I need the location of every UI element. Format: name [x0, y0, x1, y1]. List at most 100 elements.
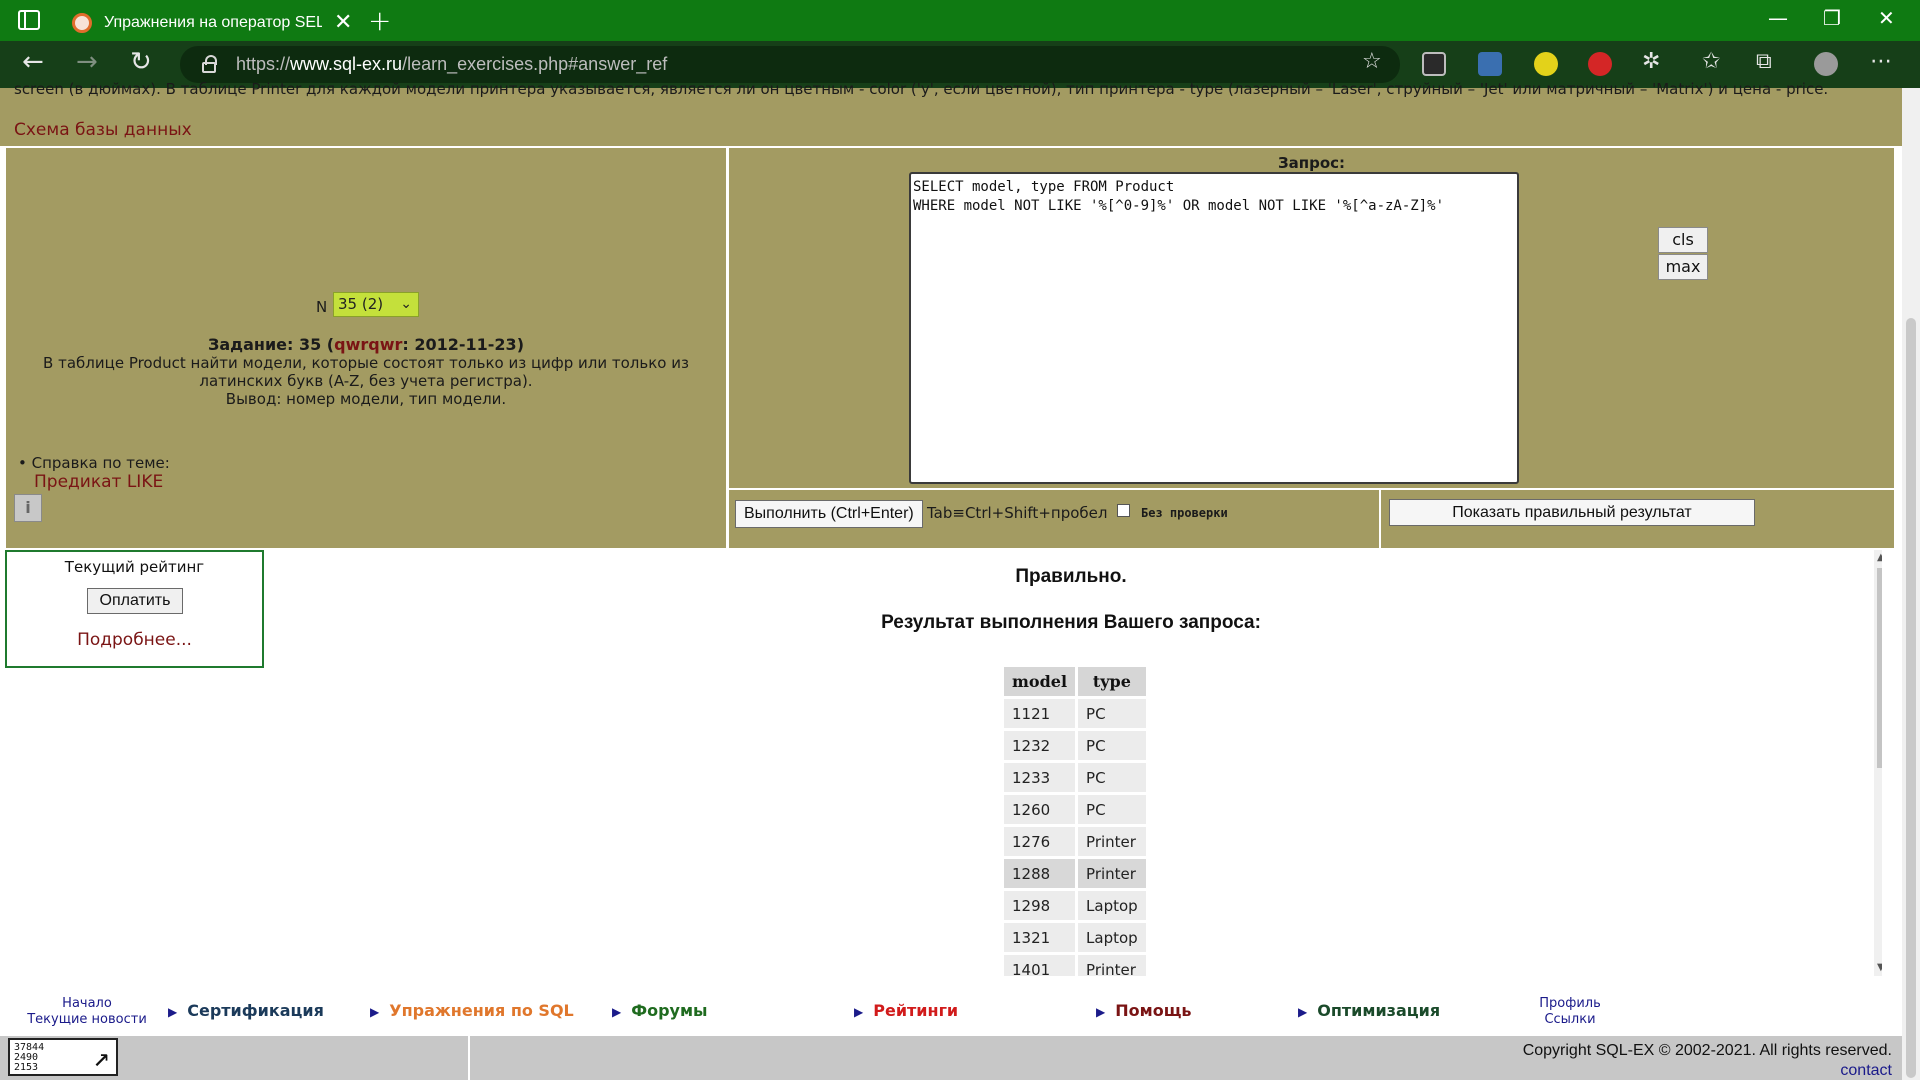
- info-icon[interactable]: [14, 494, 42, 522]
- no-verify-label: Без проверки: [1141, 506, 1228, 520]
- lock-icon: [202, 55, 217, 73]
- no-verify-checkbox[interactable]: [1117, 504, 1130, 517]
- page-scroll-thumb[interactable]: [1906, 318, 1916, 1078]
- table-row: 1298 Laptop: [1004, 891, 1146, 920]
- triangle-right-icon: ▶: [854, 1005, 864, 1019]
- cell-model: 1298: [1004, 891, 1076, 920]
- nav-forums[interactable]: ▶ Форумы: [612, 1001, 708, 1020]
- nav-label: Рейтинги: [873, 1001, 959, 1020]
- max-button[interactable]: max: [1658, 254, 1708, 280]
- cell-model: 1232: [1004, 731, 1076, 760]
- cls-button[interactable]: cls: [1658, 227, 1708, 253]
- footer-status-bar: 37844 2490 2153 ↗ Copyright SQL-EX © 200…: [0, 1036, 1902, 1080]
- close-window-icon[interactable]: ✕: [1878, 6, 1895, 30]
- nav-label: Помощь: [1115, 1001, 1192, 1020]
- rating-box: Текущий рейтинг Оплатить Подробнее...: [5, 550, 264, 668]
- reading-extension-icon[interactable]: [1422, 52, 1446, 76]
- help-label: • Справка по теме:: [18, 454, 170, 472]
- footer-nav: Начало Текущие новости ▶ Сертификация ▶ Уп…: [0, 994, 1902, 1028]
- result-frame: Правильно. Результат выполнения Вашего з…: [266, 550, 1882, 976]
- site-favicon-icon: [72, 12, 92, 33]
- exercise-intro: screen (в дюймах). В таблице Printer для…: [0, 80, 1902, 146]
- footer-right-links: Профиль Ссылки: [1520, 996, 1620, 1028]
- more-link[interactable]: Подробнее...: [7, 630, 262, 650]
- links-link[interactable]: Ссылки: [1520, 1012, 1620, 1028]
- nav-sql-exercises[interactable]: ▶ Упражнения по SQL: [370, 1001, 574, 1020]
- triangle-right-icon: ▶: [1298, 1005, 1308, 1019]
- show-correct-result-button[interactable]: Показать правильный результат: [1389, 499, 1755, 526]
- profile-avatar-icon[interactable]: [1814, 52, 1838, 76]
- contact-link[interactable]: contact: [1840, 1062, 1892, 1080]
- cell-type: PC: [1078, 795, 1146, 824]
- nav-certification[interactable]: ▶ Сертификация: [168, 1001, 324, 1020]
- exercise-select[interactable]: 35 (2) ⌄: [333, 292, 419, 317]
- help-link-like[interactable]: Предикат LIKE: [34, 472, 163, 492]
- column-header: type: [1078, 667, 1146, 696]
- extensions-icon[interactable]: ✲: [1642, 51, 1660, 73]
- cell-type: PC: [1078, 731, 1146, 760]
- chevron-down-icon: ⌄: [400, 296, 412, 312]
- reload-icon[interactable]: ↻: [130, 49, 152, 75]
- more-menu-icon[interactable]: ⋯: [1870, 51, 1892, 73]
- restore-icon[interactable]: ❐: [1823, 6, 1841, 30]
- column-header: model: [1004, 667, 1076, 696]
- tab-close-icon[interactable]: ✕: [334, 11, 352, 34]
- task-heading: Задание: 35 (qwrqwr: 2012-11-23): [6, 335, 726, 354]
- home-link[interactable]: Начало: [24, 996, 150, 1012]
- cell-model: 1121: [1004, 699, 1076, 728]
- cell-type: PC: [1078, 763, 1146, 792]
- nav-optimization[interactable]: ▶ Оптимизация: [1298, 1001, 1440, 1020]
- table-row: 1276 Printer: [1004, 827, 1146, 856]
- footer-left-links: Начало Текущие новости: [24, 996, 150, 1028]
- execute-bar: Выполнить (Ctrl+Enter) Tab≡Ctrl+Shift+пр…: [729, 490, 1894, 548]
- nav-label: Упражнения по SQL: [389, 1001, 574, 1020]
- table-header-row: model type: [1004, 667, 1146, 696]
- pay-button[interactable]: Оплатить: [87, 588, 183, 614]
- task-line: латинских букв (A-Z, без учета регистра)…: [199, 372, 533, 390]
- cell-model: 1288: [1004, 859, 1076, 888]
- task-author[interactable]: qwrqwr: [334, 335, 402, 354]
- new-tab-icon[interactable]: +: [368, 4, 391, 37]
- execute-button[interactable]: Выполнить (Ctrl+Enter): [735, 500, 923, 528]
- task-line: В таблице Product найти модели, которые …: [43, 354, 689, 372]
- intro-text: screen (в дюймах). В таблице Printer для…: [14, 80, 1829, 98]
- visit-counter[interactable]: 37844 2490 2153 ↗: [8, 1038, 118, 1076]
- result-scrollbar[interactable]: ▲ ▼: [1874, 550, 1882, 976]
- scroll-thumb[interactable]: [1877, 568, 1882, 768]
- translate-extension-icon[interactable]: [1478, 52, 1502, 76]
- table-row: 1121 PC: [1004, 699, 1146, 728]
- green-extension-icon[interactable]: [1534, 52, 1558, 76]
- favorites-icon[interactable]: ✩: [1702, 51, 1720, 73]
- nav-help[interactable]: ▶ Помощь: [1096, 1001, 1192, 1020]
- copyright: Copyright SQL-EX © 2002-2021. All rights…: [1522, 1042, 1892, 1059]
- url-field[interactable]: https://www.sql-ex.ru/learn_exercises.ph…: [180, 46, 1400, 83]
- nav-ratings[interactable]: ▶ Рейтинги: [854, 1001, 958, 1020]
- forward-icon[interactable]: →: [76, 49, 98, 75]
- cell-model: 1260: [1004, 795, 1076, 824]
- page-scrollbar[interactable]: [1902, 88, 1920, 1080]
- nav-label: Сертификация: [187, 1001, 324, 1020]
- scroll-up-icon[interactable]: ▲: [1877, 552, 1882, 563]
- cell-type: Laptop: [1078, 891, 1146, 920]
- news-link[interactable]: Текущие новости: [24, 1012, 150, 1028]
- tab-title: Упражнения на оператор SELECT: [104, 13, 322, 31]
- add-favorite-icon[interactable]: ☆: [1362, 51, 1382, 73]
- schema-link[interactable]: Схема базы данных: [14, 120, 192, 140]
- adblock-extension-icon[interactable]: [1588, 52, 1612, 76]
- nav-label: Форумы: [631, 1001, 708, 1020]
- browser-tab[interactable]: Упражнения на оператор SELECT ✕: [58, 4, 358, 41]
- result-status: Правильно.: [1015, 566, 1127, 587]
- back-icon[interactable]: ←: [22, 49, 44, 75]
- triangle-right-icon: ▶: [612, 1005, 622, 1019]
- profile-link[interactable]: Профиль: [1520, 996, 1620, 1012]
- cell-model: 1321: [1004, 923, 1076, 952]
- query-label: Запрос:: [1277, 154, 1346, 172]
- scroll-down-icon[interactable]: ▼: [1877, 962, 1882, 973]
- query-textarea[interactable]: SELECT model, type FROM Product WHERE mo…: [909, 172, 1519, 484]
- tab-actions-icon[interactable]: [18, 10, 40, 30]
- arrow-up-right-icon: ↗: [93, 1040, 110, 1073]
- minimize-icon[interactable]: —: [1768, 6, 1788, 30]
- collections-icon[interactable]: ⧉: [1756, 51, 1772, 73]
- table-row: 1232 PC: [1004, 731, 1146, 760]
- divider: [468, 1036, 470, 1080]
